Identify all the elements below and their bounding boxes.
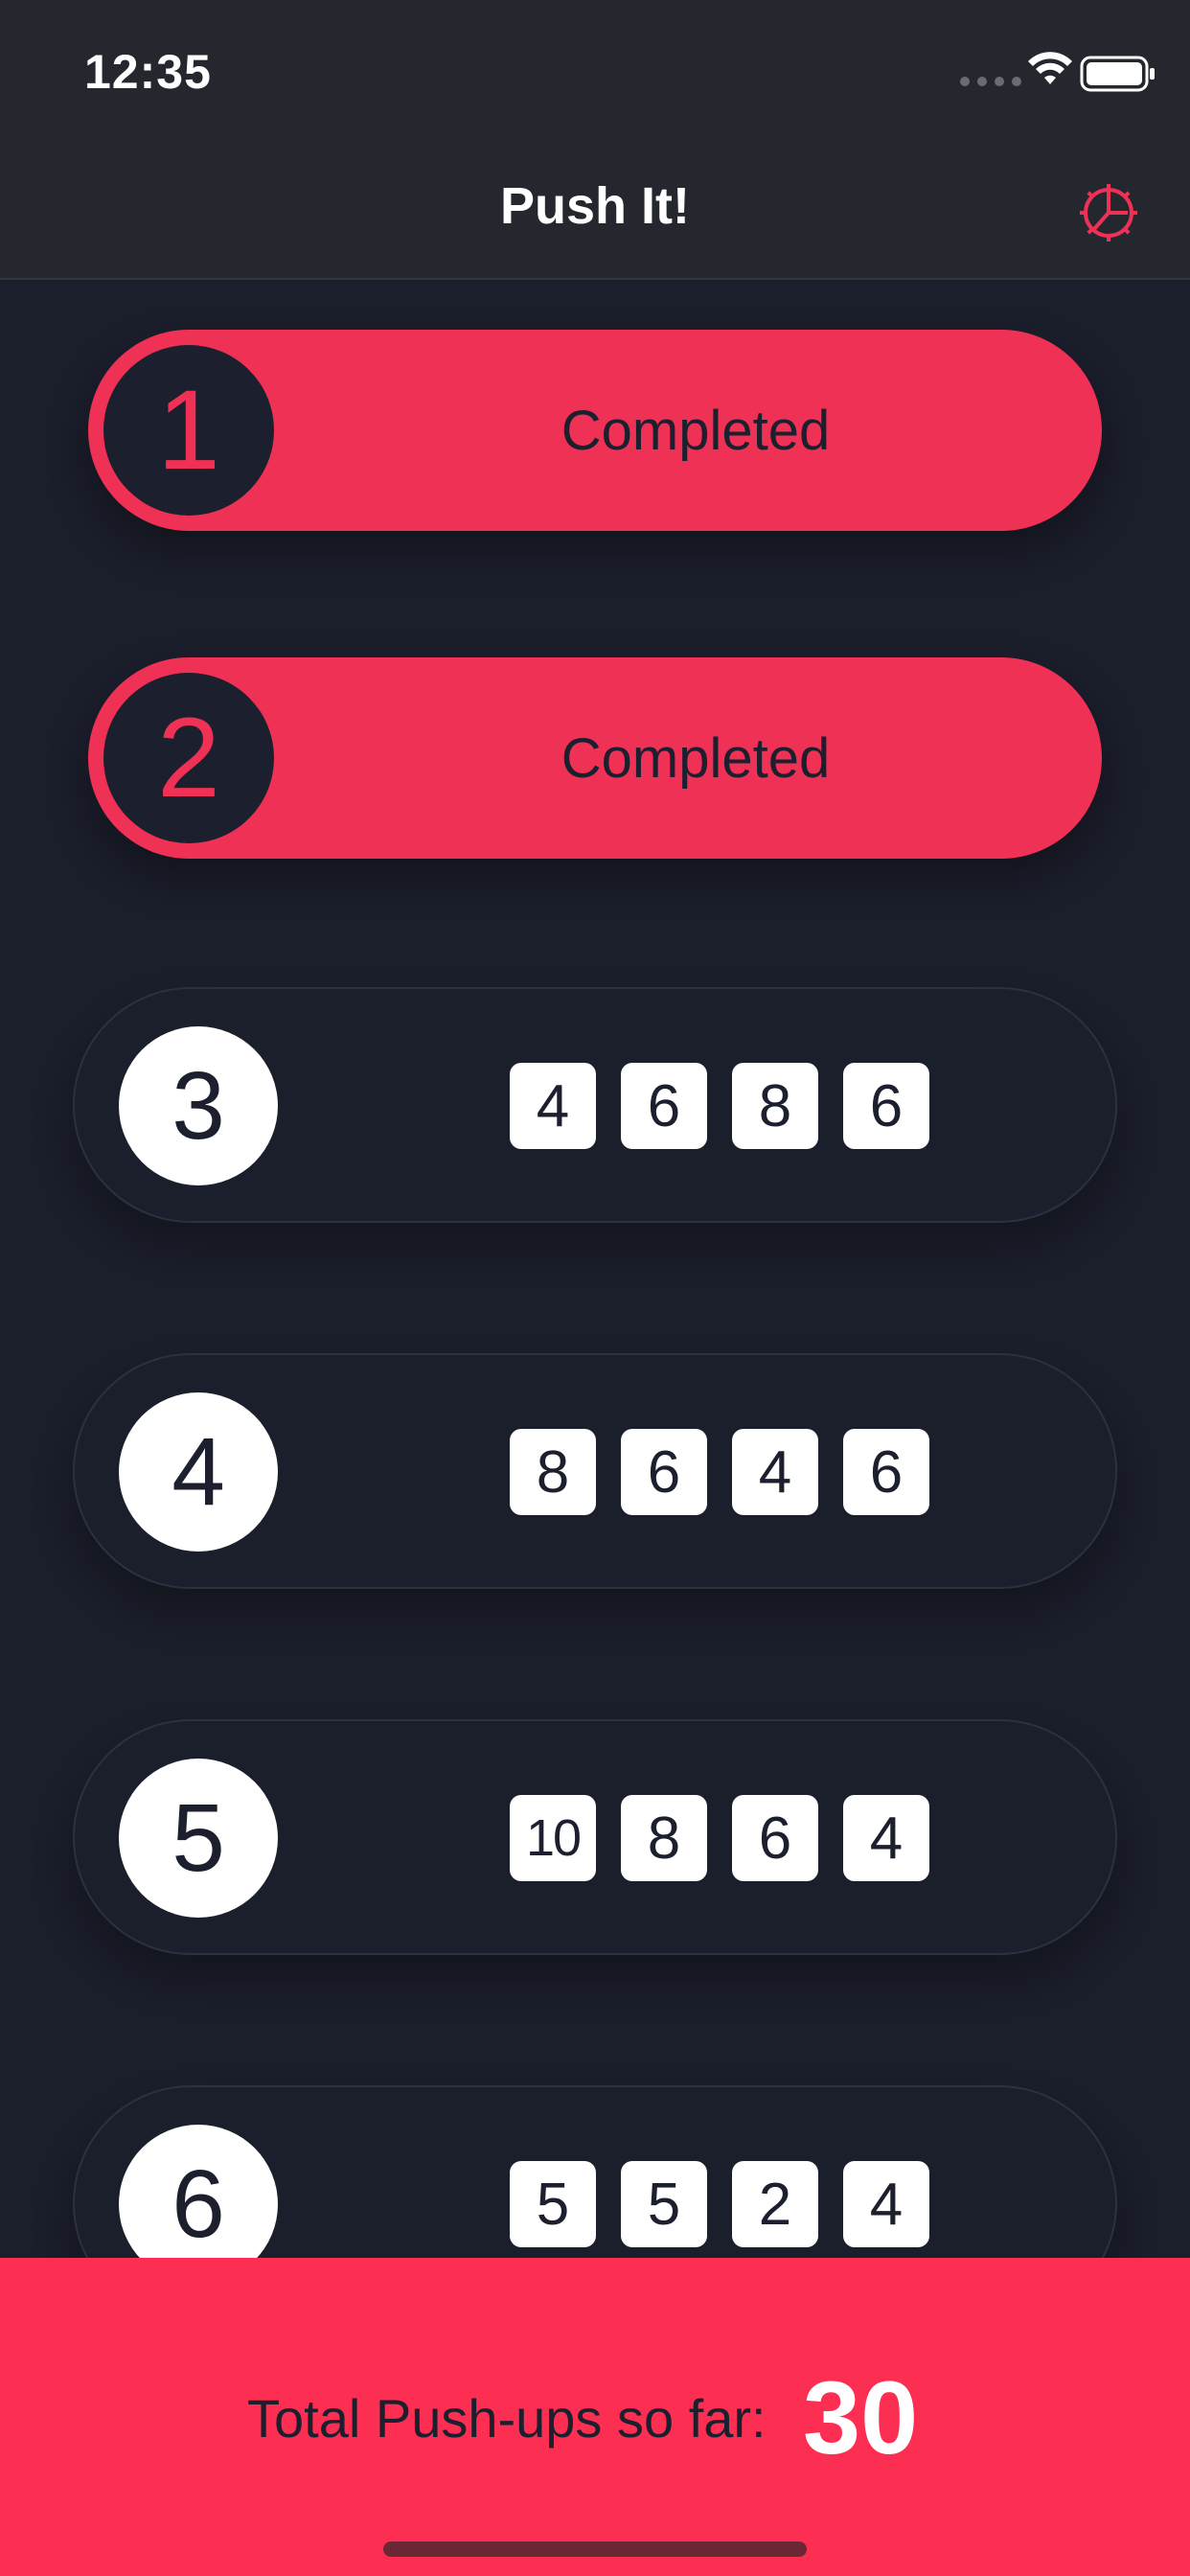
day-status: Completed [561,399,831,462]
rep-count: 8 [732,1063,818,1149]
day-row-4[interactable]: 4 8 6 4 6 [73,1353,1117,1589]
wifi-icon [1028,52,1072,84]
rep-count: 10 [510,1795,596,1881]
cellular-signal-icon [960,77,1021,86]
rep-count: 4 [510,1063,596,1149]
reps-list: 10 8 6 4 [510,1795,929,1881]
rep-count: 8 [510,1429,596,1515]
rep-count: 6 [843,1429,929,1515]
day-row-1[interactable]: 1 Completed [88,330,1102,531]
day-row-2[interactable]: 2 Completed [88,657,1102,859]
navigation-bar: 12:35 Push It! [0,0,1190,280]
rep-count: 4 [843,1795,929,1881]
day-row-5[interactable]: 5 10 8 6 4 [73,1719,1117,1955]
rep-count: 6 [621,1063,707,1149]
rep-count: 5 [510,2161,596,2247]
rep-count: 6 [732,1795,818,1881]
day-number: 5 [119,1759,278,1918]
day-status: Completed [561,726,831,790]
page-title: Push It! [500,177,690,235]
battery-icon [1080,56,1155,92]
reps-list: 8 6 4 6 [510,1429,929,1515]
rep-count: 4 [843,2161,929,2247]
rep-count: 8 [621,1795,707,1881]
rep-count: 2 [732,2161,818,2247]
total-value: 30 [803,2359,919,2475]
home-indicator[interactable] [383,2542,807,2557]
rep-count: 4 [732,1429,818,1515]
reps-list: 5 5 2 4 [510,2161,929,2247]
day-row-3[interactable]: 3 4 6 8 6 [73,987,1117,1223]
gear-icon[interactable] [1075,179,1142,246]
reps-list: 4 6 8 6 [510,1063,929,1149]
day-number: 4 [119,1392,278,1552]
status-time: 12:35 [84,45,212,99]
rep-count: 6 [621,1429,707,1515]
rep-count: 5 [621,2161,707,2247]
total-footer: Total Push-ups so far: 30 [0,2258,1190,2576]
day-number: 2 [103,673,274,843]
day-number: 1 [103,345,274,516]
day-number: 3 [119,1026,278,1185]
rep-count: 6 [843,1063,929,1149]
total-label: Total Push-ups so far: [247,2388,767,2449]
